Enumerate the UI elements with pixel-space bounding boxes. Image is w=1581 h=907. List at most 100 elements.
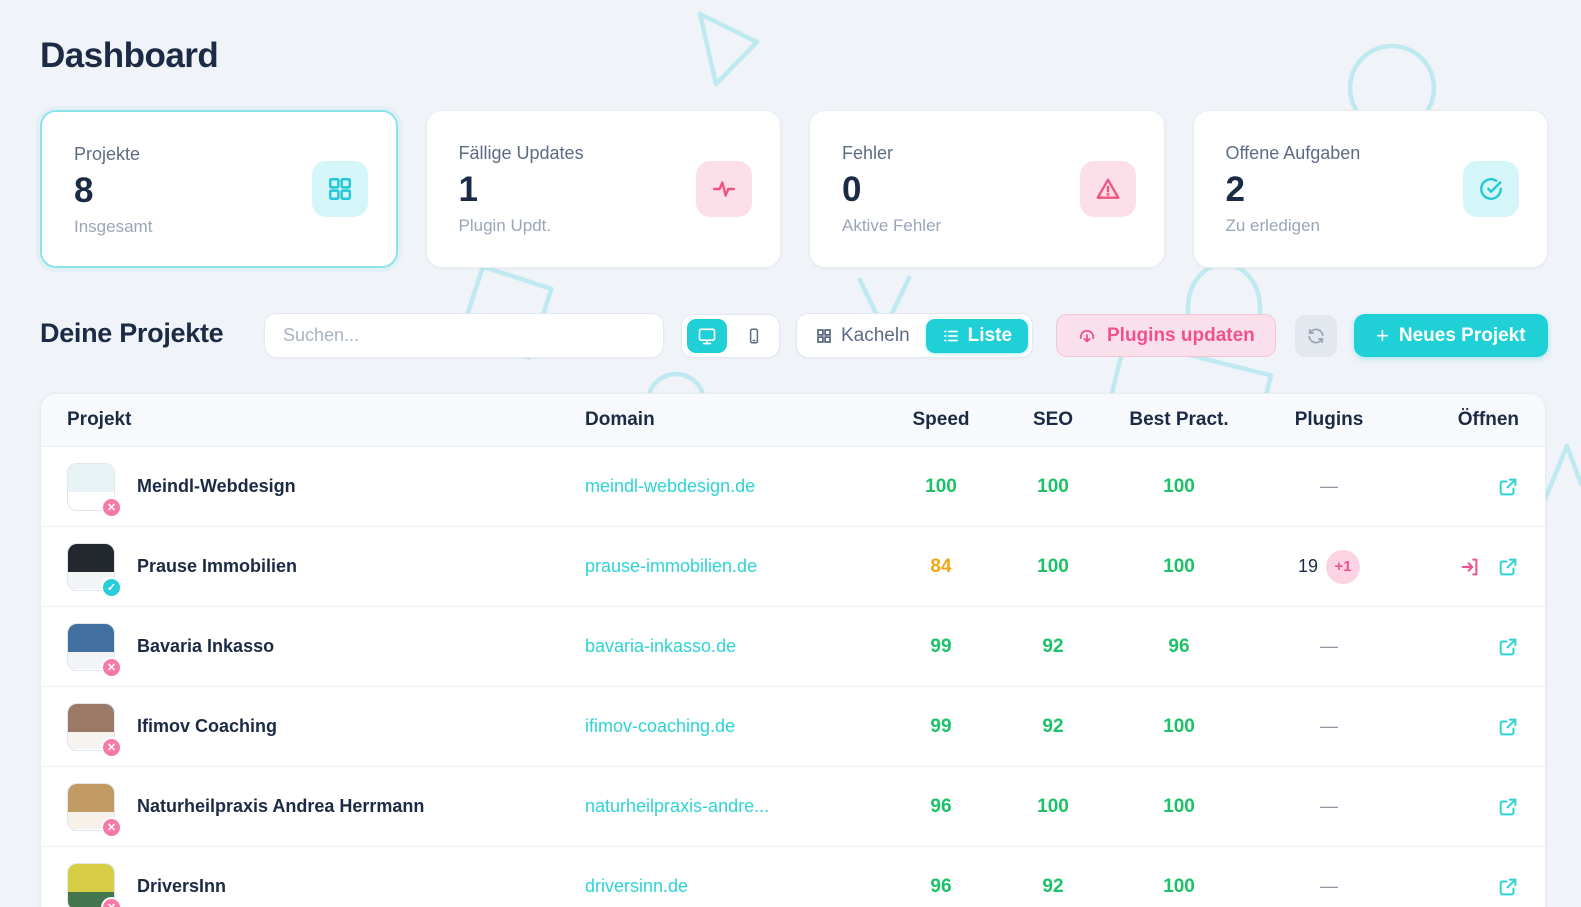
project-status-badge: ✕ — [101, 817, 122, 838]
projects-section-heading: Deine Projekte — [40, 318, 223, 349]
cloud-download-icon — [1077, 326, 1097, 346]
external-link-icon[interactable] — [1497, 556, 1519, 578]
stat-card-offene-aufgaben[interactable]: Offene Aufgaben 2 Zu erledigen — [1193, 110, 1549, 268]
plugins-count: — — [1320, 796, 1338, 816]
column-header-oeffnen: Öffnen — [1409, 409, 1545, 431]
grid-icon — [312, 161, 368, 217]
plugins-count: — — [1320, 476, 1338, 496]
column-header-speed: Speed — [885, 409, 997, 431]
table-row[interactable]: ✕ Bavaria Inkasso bavaria-inkasso.de 99 … — [41, 607, 1545, 687]
plus-icon: + — [1376, 325, 1389, 347]
project-domain-link[interactable]: meindl-webdesign.de — [585, 476, 755, 496]
column-header-plugins: Plugins — [1249, 409, 1409, 431]
list-toggle-button[interactable]: Liste — [926, 319, 1028, 353]
seo-score: 100 — [1037, 556, 1069, 577]
project-status-badge: ✕ — [101, 737, 122, 758]
speed-score: 99 — [930, 636, 951, 657]
column-header-seo: SEO — [997, 409, 1109, 431]
new-project-label: Neues Projekt — [1399, 325, 1526, 347]
mobile-view-button[interactable] — [734, 319, 774, 353]
update-plugins-label: Plugins updaten — [1107, 325, 1255, 347]
project-domain-link[interactable]: driversinn.de — [585, 876, 688, 896]
speed-score: 84 — [930, 556, 951, 577]
tiles-toggle-label: Kacheln — [841, 325, 910, 347]
speed-score: 96 — [930, 796, 951, 817]
pulse-icon — [696, 161, 752, 217]
external-link-icon[interactable] — [1497, 716, 1519, 738]
seo-score: 92 — [1042, 636, 1063, 657]
list-toggle-label: Liste — [968, 325, 1012, 347]
plugin-updates-badge: +1 — [1326, 550, 1360, 584]
table-row[interactable]: ✕ DriversInn driversinn.de 96 92 100 — — [41, 847, 1545, 907]
device-view-toggle — [681, 314, 780, 358]
column-header-projekt: Projekt — [41, 409, 585, 431]
project-status-badge: ✕ — [101, 497, 122, 518]
deco-triangle-icon — [700, 14, 757, 84]
desktop-view-button[interactable] — [687, 319, 727, 353]
project-name: Ifimov Coaching — [137, 716, 277, 737]
external-link-icon[interactable] — [1497, 876, 1519, 898]
table-body: ✕ Meindl-Webdesign meindl-webdesign.de 1… — [41, 447, 1545, 907]
project-thumbnail: ✕ — [67, 863, 115, 907]
seo-score: 100 — [1037, 796, 1069, 817]
list-icon — [942, 327, 960, 345]
project-thumbnail: ✕ — [67, 623, 115, 671]
best-practices-score: 100 — [1163, 716, 1195, 737]
stat-card-faellige-updates[interactable]: Fällige Updates 1 Plugin Updt. — [426, 110, 782, 268]
seo-score: 100 — [1037, 476, 1069, 497]
warning-icon — [1080, 161, 1136, 217]
best-practices-score: 100 — [1163, 476, 1195, 497]
seo-score: 92 — [1042, 716, 1063, 737]
stat-card-fehler[interactable]: Fehler 0 Aktive Fehler — [809, 110, 1165, 268]
table-row[interactable]: ✓ Prause Immobilien prause-immobilien.de… — [41, 527, 1545, 607]
speed-score: 96 — [930, 876, 951, 897]
table-row[interactable]: ✕ Ifimov Coaching ifimov-coaching.de 99 … — [41, 687, 1545, 767]
best-practices-score: 96 — [1168, 636, 1189, 657]
stat-card-projekte[interactable]: Projekte 8 Insgesamt — [40, 110, 398, 268]
search-input[interactable] — [264, 313, 664, 358]
project-name: Prause Immobilien — [137, 556, 297, 577]
speed-score: 99 — [930, 716, 951, 737]
tiles-grid-icon — [815, 327, 833, 345]
table-row[interactable]: ✕ Meindl-Webdesign meindl-webdesign.de 1… — [41, 447, 1545, 527]
column-header-best-pract: Best Pract. — [1109, 409, 1249, 431]
project-domain-link[interactable]: naturheilpraxis-andre... — [585, 796, 769, 816]
stat-sublabel: Insgesamt — [74, 217, 366, 237]
external-link-icon[interactable] — [1497, 796, 1519, 818]
external-link-icon[interactable] — [1497, 476, 1519, 498]
project-thumbnail: ✕ — [67, 463, 115, 511]
plugins-count: — — [1320, 876, 1338, 896]
project-domain-link[interactable]: ifimov-coaching.de — [585, 716, 735, 736]
project-name: Meindl-Webdesign — [137, 476, 296, 497]
project-status-badge: ✓ — [101, 577, 122, 598]
project-name: Bavaria Inkasso — [137, 636, 274, 657]
plugins-count: 19 — [1298, 555, 1318, 575]
table-row[interactable]: ✕ Naturheilpraxis Andrea Herrmann naturh… — [41, 767, 1545, 847]
project-domain-link[interactable]: prause-immobilien.de — [585, 556, 757, 576]
update-plugins-button[interactable]: Plugins updaten — [1056, 314, 1276, 357]
layout-toggle: Kacheln Liste — [796, 313, 1033, 358]
monitor-icon — [697, 326, 717, 346]
smartphone-icon — [745, 327, 763, 345]
external-link-icon[interactable] — [1497, 636, 1519, 658]
seo-score: 92 — [1042, 876, 1063, 897]
refresh-button[interactable] — [1295, 315, 1337, 357]
best-practices-score: 100 — [1163, 556, 1195, 577]
best-practices-score: 100 — [1163, 876, 1195, 897]
refresh-icon — [1306, 326, 1326, 346]
project-name: Naturheilpraxis Andrea Herrmann — [137, 796, 424, 817]
project-domain-link[interactable]: bavaria-inkasso.de — [585, 636, 736, 656]
login-icon[interactable] — [1459, 556, 1481, 578]
project-thumbnail: ✕ — [67, 703, 115, 751]
plugins-count: — — [1320, 716, 1338, 736]
plugins-count: — — [1320, 636, 1338, 656]
stat-sublabel: Aktive Fehler — [842, 216, 1134, 236]
project-thumbnail: ✕ — [67, 783, 115, 831]
stat-sublabel: Plugin Updt. — [459, 216, 751, 236]
column-header-domain: Domain — [585, 409, 885, 431]
check-circle-icon — [1463, 161, 1519, 217]
tiles-toggle-button[interactable]: Kacheln — [815, 325, 910, 347]
new-project-button[interactable]: + Neues Projekt — [1354, 314, 1548, 357]
stat-sublabel: Zu erledigen — [1226, 216, 1518, 236]
projects-table: Projekt Domain Speed SEO Best Pract. Plu… — [40, 393, 1546, 907]
